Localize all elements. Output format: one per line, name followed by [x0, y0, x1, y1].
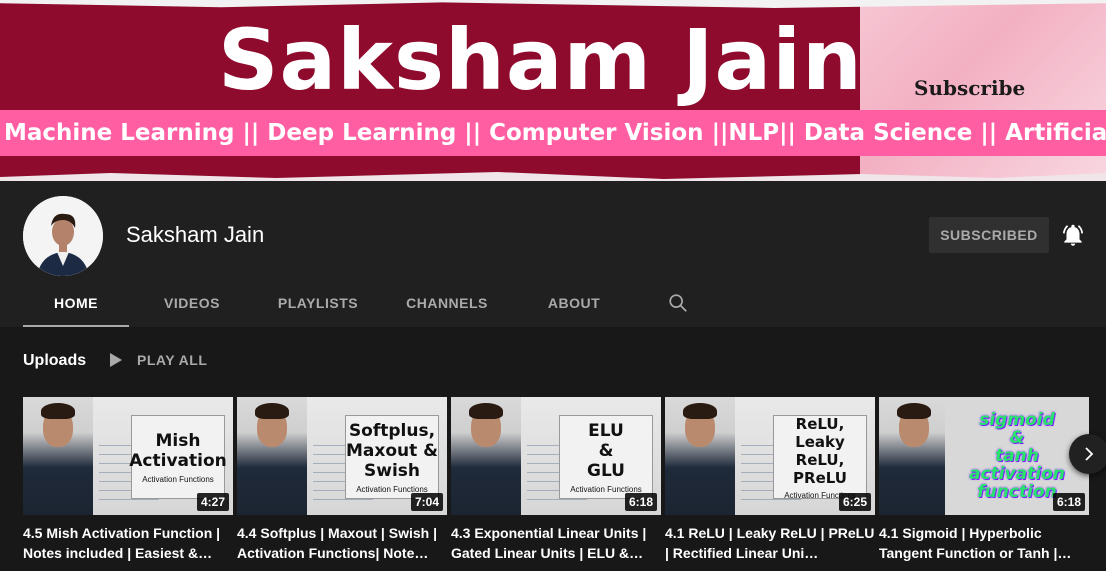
thumbnail-card-subtitle: Activation Functions — [142, 474, 214, 484]
video-title[interactable]: 4.5 Mish Activation Function | Notes inc… — [23, 523, 233, 563]
play-all-button[interactable]: PLAY ALL — [109, 352, 207, 368]
tab-about[interactable]: ABOUT — [513, 280, 635, 325]
video-item[interactable]: ELU & GLU Activation Functions 6:18 4.3 … — [451, 397, 661, 563]
video-thumbnail[interactable]: ELU & GLU Activation Functions 6:18 — [451, 397, 661, 515]
thumbnail-title-card: ReLU, Leaky ReLU, PReLU Activation Funct… — [773, 414, 867, 500]
video-thumbnail[interactable]: Mish Activation Activation Functions 4:2… — [23, 397, 233, 515]
thumbnail-card-title: sigmoid & tanh activation function — [969, 410, 1065, 502]
tab-channels[interactable]: CHANNELS — [381, 280, 513, 325]
video-thumbnail[interactable]: sigmoid & tanh activation function 6:18 — [879, 397, 1089, 515]
video-item[interactable]: Softplus, Maxout & Swish Activation Func… — [237, 397, 447, 563]
thumbnail-title-card: Softplus, Maxout & Swish Activation Func… — [345, 415, 439, 499]
video-thumbnail[interactable]: Softplus, Maxout & Swish Activation Func… — [237, 397, 447, 515]
chevron-right-icon — [1085, 447, 1094, 461]
uploads-heading: Uploads — [23, 352, 87, 369]
notification-bell-icon[interactable] — [1060, 222, 1086, 248]
video-duration-badge: 6:25 — [838, 493, 871, 511]
search-icon[interactable] — [667, 292, 689, 314]
video-duration-badge: 6:18 — [1052, 493, 1085, 511]
thumbnail-title-card: Mish Activation Activation Functions — [129, 415, 227, 499]
tab-home[interactable]: HOME — [23, 280, 129, 327]
channel-tabs: HOME VIDEOS PLAYLISTS CHANNELS ABOUT — [23, 280, 635, 327]
video-duration-badge: 7:04 — [410, 493, 443, 511]
channel-name: Saksham Jain — [126, 222, 265, 247]
video-duration-badge: 4:27 — [196, 493, 229, 511]
video-duration-badge: 6:18 — [624, 493, 657, 511]
tab-playlists[interactable]: PLAYLISTS — [255, 280, 381, 325]
thumbnail-card-title: ELU & GLU — [587, 420, 625, 481]
carousel-next-button[interactable] — [1069, 434, 1106, 474]
video-item[interactable]: Mish Activation Activation Functions 4:2… — [23, 397, 233, 563]
tab-videos[interactable]: VIDEOS — [129, 280, 255, 325]
video-title[interactable]: 4.3 Exponential Linear Units | Gated Lin… — [451, 523, 661, 563]
play-icon — [110, 353, 122, 367]
thumbnail-card-title: Softplus, Maxout & Swish — [346, 420, 439, 481]
video-title[interactable]: 4.1 ReLU | Leaky ReLU | PReLU | Rectifie… — [665, 523, 875, 563]
banner-subscribe-text: Subscribe — [914, 76, 1026, 100]
video-item[interactable]: ReLU, Leaky ReLU, PReLU Activation Funct… — [665, 397, 875, 563]
subscribed-button[interactable]: SUBSCRIBED — [929, 217, 1049, 253]
video-thumbnail[interactable]: ReLU, Leaky ReLU, PReLU Activation Funct… — [665, 397, 875, 515]
channel-banner: Saksham Jain Subscribe Machine Learning … — [0, 0, 1106, 181]
video-title[interactable]: 4.1 Sigmoid | Hyperbolic Tangent Functio… — [879, 523, 1089, 563]
avatar-person-image — [23, 196, 103, 276]
play-all-label: PLAY ALL — [137, 352, 208, 368]
thumbnail-card-title: Mish Activation — [129, 430, 227, 471]
banner-title: Saksham Jain — [218, 11, 863, 109]
banner-tagline: Machine Learning || Deep Learning || Com… — [4, 120, 1106, 146]
video-item[interactable]: sigmoid & tanh activation function 6:18 … — [879, 397, 1089, 563]
thumbnail-title-card: ELU & GLU Activation Functions — [559, 415, 653, 499]
channel-avatar[interactable] — [23, 196, 103, 276]
video-title[interactable]: 4.4 Softplus | Maxout | Swish | Activati… — [237, 523, 447, 563]
thumbnail-card-title: ReLU, Leaky ReLU, PReLU — [793, 414, 847, 487]
